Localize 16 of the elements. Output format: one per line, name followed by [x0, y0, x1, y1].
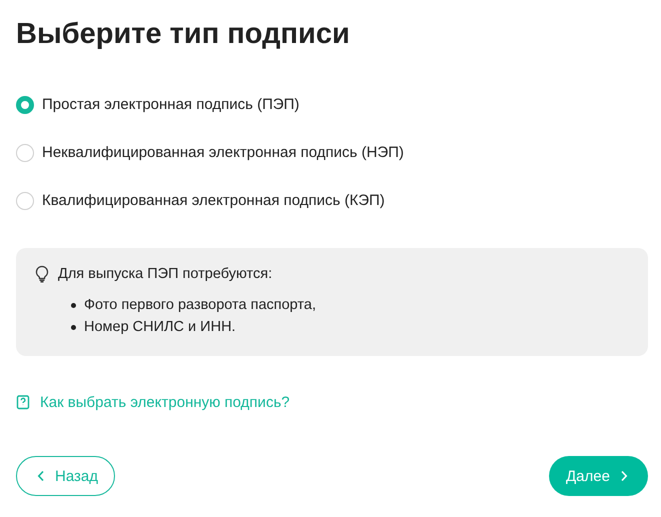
page-title: Выберите тип подписи	[16, 17, 351, 52]
radio-option[interactable]: Квалифицированная электронная подпись (КЭП)	[16, 188, 648, 214]
bullet-icon	[71, 324, 76, 330]
lightbulb-icon	[34, 265, 50, 283]
requirement-text: Номер СНИЛС и ИНН.	[84, 318, 236, 337]
radio-button[interactable]	[16, 96, 34, 114]
radio-option[interactable]: Неквалифицированная электронная подпись (НЭП)	[16, 140, 648, 166]
bullet-icon	[71, 302, 76, 308]
info-heading: Для выпуска ПЭП потребуются:	[58, 265, 272, 284]
help-book-icon	[16, 395, 30, 410]
radio-button[interactable]	[16, 144, 34, 162]
requirement-text: Фото первого разворота паспорта,	[84, 296, 316, 315]
chevron-left-icon	[37, 470, 45, 482]
radio-option[interactable]: Простая электронная подпись (ПЭП)	[16, 92, 648, 118]
chevron-right-icon	[620, 470, 628, 482]
radio-button[interactable]	[16, 192, 34, 210]
